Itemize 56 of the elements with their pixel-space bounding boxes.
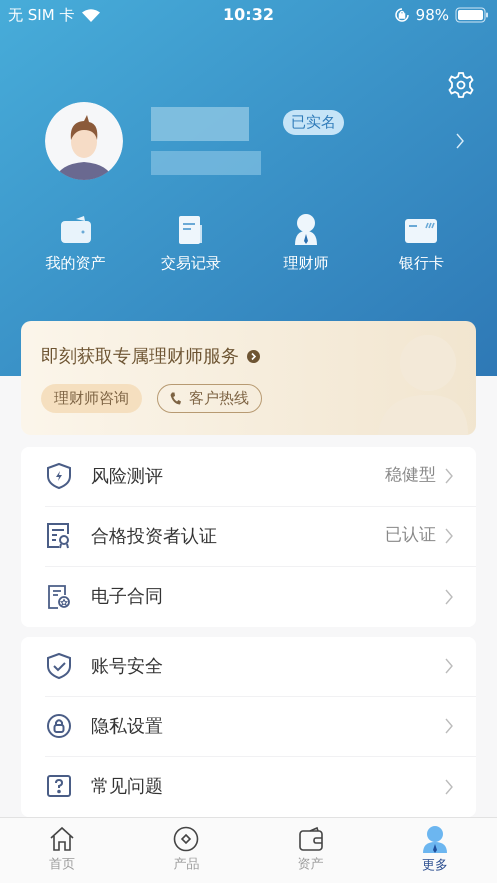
menu-value: 稳健型 (385, 464, 436, 488)
settings-icon[interactable] (447, 71, 475, 99)
bank-card-icon (404, 217, 438, 245)
avatar-icon[interactable] (45, 102, 123, 180)
consult-button[interactable]: 理财师咨询 (41, 384, 142, 412)
clock-time: 10:32 (223, 4, 274, 26)
chevron-right-icon (444, 467, 454, 485)
verified-badge: 已实名 (283, 110, 344, 134)
menu-row[interactable]: 账号安全 (45, 636, 476, 696)
shield-bolt-icon (46, 462, 72, 490)
menu-label: 账号安全 (91, 654, 163, 678)
wallet-icon (60, 215, 92, 245)
chevron-right-icon (444, 717, 454, 735)
arrow-circle-icon[interactable] (247, 350, 260, 362)
chevron-right-icon (444, 588, 454, 606)
tab-item[interactable]: 产品 (124, 818, 248, 883)
shield-check-icon (46, 652, 72, 680)
menu-label: 电子合同 (91, 585, 163, 609)
tab-item[interactable]: 资产 (248, 818, 373, 883)
menu-label: 合格投资者认证 (91, 524, 217, 548)
shortcut-label[interactable]: 我的资产 (46, 252, 106, 274)
coin-icon (173, 826, 200, 852)
battery-icon (455, 7, 489, 23)
lock-icon (46, 713, 72, 739)
menu-row[interactable]: 风险测评 稳健型 (45, 446, 476, 506)
shortcut-label[interactable]: 交易记录 (160, 252, 221, 274)
chevron-right-icon (444, 527, 454, 545)
menu-label: 隐私设置 (91, 714, 163, 738)
person-icon (422, 825, 448, 854)
menu-row[interactable]: 合格投资者认证 已认证 (45, 506, 476, 566)
battery-percent: 98% (416, 4, 449, 26)
menu-row[interactable]: 常见问题 (45, 756, 476, 816)
wallet-icon (298, 826, 324, 852)
menu-label: 风险测评 (91, 464, 163, 488)
certificate-icon (46, 522, 72, 550)
tab-item[interactable]: 更多 (372, 818, 497, 883)
shortcut-label[interactable]: 理财师 (284, 252, 329, 274)
menu-label: 常见问题 (91, 775, 163, 799)
carrier-label: 无 SIM 卡 (8, 4, 74, 26)
help-icon (46, 774, 72, 800)
chevron-right-icon (455, 132, 465, 150)
person-icon (293, 213, 320, 245)
wifi-icon (82, 8, 100, 22)
advisor-card-title[interactable]: 即刻获取专属理财师服务 (41, 342, 239, 370)
menu-value: 已认证 (385, 524, 436, 548)
home-icon (49, 826, 76, 852)
menu-row[interactable]: 电子合同 (45, 566, 476, 626)
menu-row[interactable]: 隐私设置 (45, 696, 476, 756)
contract-icon (46, 582, 72, 610)
tab-item[interactable]: 首页 (0, 818, 124, 883)
phone-icon (170, 392, 181, 404)
chevron-right-icon (444, 657, 454, 675)
rotation-lock-icon (394, 7, 410, 23)
shortcut-label[interactable]: 银行卡 (398, 252, 444, 274)
chevron-right-icon (444, 778, 454, 796)
hotline-button[interactable]: 客户热线 (157, 384, 262, 412)
